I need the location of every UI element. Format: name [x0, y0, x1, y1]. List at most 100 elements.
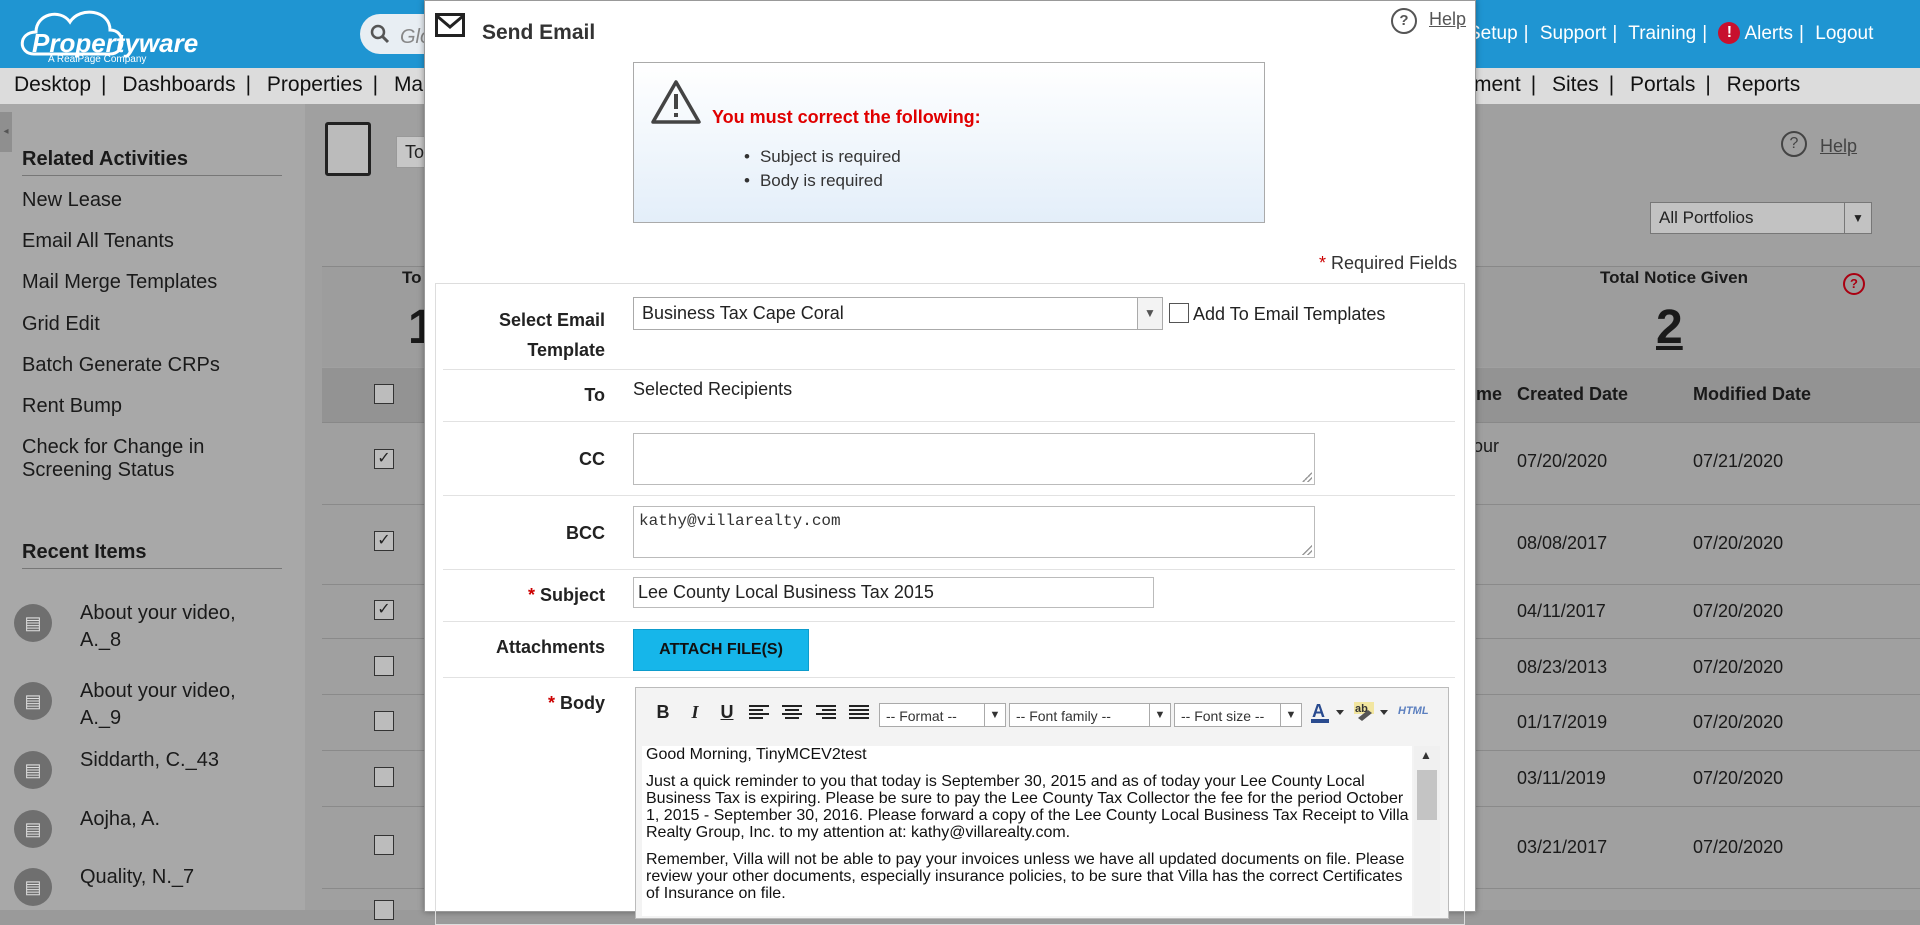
highlight-color-icon[interactable]: ab — [1352, 700, 1392, 724]
sidebar-item-check-screening[interactable]: Check for Change in Screening Status — [22, 436, 252, 482]
text-color-icon[interactable]: A — [1310, 700, 1348, 724]
dialog-title: Send Email — [482, 21, 596, 44]
divider — [443, 677, 1455, 678]
nav-reports[interactable]: Reports — [1727, 73, 1801, 96]
document-icon: ▤ — [14, 682, 52, 720]
nav-properties[interactable]: Properties — [267, 73, 363, 96]
column-header-name[interactable]: me — [1476, 384, 1502, 405]
search-icon — [370, 24, 390, 44]
align-right-icon[interactable] — [815, 704, 837, 722]
column-header-created-date[interactable]: Created Date — [1517, 384, 1628, 405]
document-icon: ▤ — [14, 751, 52, 789]
nav-sites[interactable]: Sites — [1552, 73, 1599, 96]
total-notice-given-value[interactable]: 2 — [1656, 300, 1683, 355]
italic-button[interactable]: I — [684, 702, 706, 722]
bcc-field[interactable]: kathy@villarealty.com — [633, 506, 1315, 558]
recent-item-label[interactable]: Quality, N._7 — [80, 864, 280, 891]
sidebar-item-new-lease[interactable]: New Lease — [22, 189, 282, 212]
chevron-down-icon[interactable]: ▼ — [984, 704, 1005, 726]
subject-input[interactable]: Lee County Local Business Tax 2015 — [633, 577, 1154, 608]
dialog-help-link[interactable]: Help — [1429, 9, 1466, 30]
row-checkbox[interactable] — [374, 900, 394, 920]
chevron-down-icon[interactable]: ▼ — [1844, 203, 1871, 233]
nav-portals[interactable]: Portals — [1630, 73, 1695, 96]
row-created-date: 03/21/2017 — [1517, 837, 1608, 857]
font-family-select[interactable]: -- Font family -- ▼ — [1009, 703, 1171, 727]
row-checkbox[interactable]: ✓ — [374, 449, 394, 469]
add-to-templates-label[interactable]: Add To Email Templates — [1193, 304, 1385, 325]
row-checkbox[interactable] — [374, 835, 394, 855]
sidebar-item-rent-bump[interactable]: Rent Bump — [22, 395, 282, 418]
page-help-link[interactable]: Help — [1820, 136, 1857, 157]
column-header-modified-date[interactable]: Modified Date — [1693, 384, 1811, 405]
error-item: Subject is required — [744, 147, 901, 167]
related-activities-heading: Related Activities — [22, 148, 282, 176]
cc-field[interactable] — [633, 433, 1315, 485]
alerts-link[interactable]: Alerts — [1744, 23, 1793, 44]
nav-marketing[interactable]: Ma — [394, 73, 423, 96]
sidebar-collapse-icon[interactable]: ◂ — [0, 112, 12, 152]
nav-management[interactable]: ment — [1474, 73, 1521, 96]
row-created-date: 08/08/2017 — [1517, 533, 1608, 553]
select-all-checkbox[interactable] — [374, 384, 394, 404]
row-name-fragment: our — [1473, 436, 1500, 456]
font-size-select[interactable]: -- Font size -- ▼ — [1174, 703, 1302, 727]
align-center-icon[interactable] — [781, 704, 803, 722]
chevron-down-icon[interactable]: ▼ — [1280, 704, 1301, 726]
template-label-line1: Select Email — [498, 310, 605, 330]
sidebar-item-mail-merge-templates[interactable]: Mail Merge Templates — [22, 271, 282, 294]
editor-toolbar: B I U -- Format -- ▼ -- Font family -- ▼… — [636, 688, 1448, 732]
nav-desktop[interactable]: Desktop — [14, 73, 91, 96]
chevron-down-icon[interactable]: ▼ — [1137, 298, 1162, 329]
row-modified-date: 07/20/2020 — [1693, 657, 1784, 677]
align-justify-icon[interactable] — [848, 704, 870, 722]
recent-item-label[interactable]: About your video, A._8 — [80, 600, 280, 654]
email-template-select[interactable]: Business Tax Cape Coral ▼ — [633, 297, 1163, 330]
row-checkbox[interactable] — [374, 711, 394, 731]
sidebar — [0, 104, 305, 910]
resize-grip-icon[interactable] — [1302, 472, 1312, 482]
svg-text:A: A — [1312, 701, 1325, 721]
row-checkbox[interactable]: ✓ — [374, 531, 394, 551]
html-source-button[interactable]: HTML — [1398, 705, 1429, 717]
recent-item-label[interactable]: About your video, A._9 — [80, 678, 280, 732]
cc-label: CC — [579, 449, 605, 469]
to-value: Selected Recipients — [633, 379, 793, 399]
row-checkbox[interactable]: ✓ — [374, 600, 394, 620]
support-link[interactable]: Support — [1540, 23, 1607, 44]
training-link[interactable]: Training — [1628, 23, 1696, 44]
portfolio-select[interactable]: All Portfolios ▼ — [1650, 202, 1872, 234]
editor-scrollbar[interactable]: ▲ — [1414, 746, 1440, 916]
row-created-date: 07/20/2020 — [1517, 451, 1608, 471]
format-select[interactable]: -- Format -- ▼ — [879, 703, 1006, 727]
alert-icon[interactable]: ! — [1718, 22, 1741, 44]
nav-dashboards[interactable]: Dashboards — [122, 73, 235, 96]
scroll-up-icon[interactable]: ▲ — [1420, 748, 1432, 762]
recent-item-label[interactable]: Aojha, A. — [80, 806, 280, 833]
sidebar-item-grid-edit[interactable]: Grid Edit — [22, 313, 282, 336]
chevron-down-icon[interactable]: ▼ — [1149, 704, 1170, 726]
row-checkbox[interactable] — [374, 656, 394, 676]
attach-files-button[interactable]: ATTACH FILE(S) — [633, 629, 809, 671]
bold-button[interactable]: B — [652, 702, 674, 722]
sidebar-item-batch-generate-crps[interactable]: Batch Generate CRPs — [22, 354, 282, 377]
help-icon[interactable]: ? — [1781, 131, 1807, 157]
add-to-templates-checkbox[interactable] — [1169, 303, 1189, 323]
logout-link[interactable]: Logout — [1815, 23, 1873, 44]
recent-item-label[interactable]: Siddarth, C._43 — [80, 747, 280, 774]
body-paragraph: Good Morning, TinyMCEV2test — [646, 746, 867, 763]
scrollbar-thumb[interactable] — [1417, 770, 1437, 820]
divider — [443, 421, 1455, 422]
resize-grip-icon[interactable] — [1302, 545, 1312, 555]
divider — [443, 569, 1455, 570]
help-icon[interactable]: ? — [1391, 8, 1417, 34]
underline-button[interactable]: U — [716, 702, 738, 722]
divider — [443, 369, 1455, 370]
email-body-editor[interactable]: Good Morning, TinyMCEV2test Just a quick… — [642, 746, 1412, 916]
body-label: * Body — [547, 693, 605, 713]
align-left-icon[interactable] — [748, 704, 770, 722]
divider — [443, 621, 1455, 622]
sidebar-item-email-all-tenants[interactable]: Email All Tenants — [22, 230, 282, 253]
info-help-icon[interactable]: ? — [1843, 273, 1865, 295]
row-checkbox[interactable] — [374, 767, 394, 787]
